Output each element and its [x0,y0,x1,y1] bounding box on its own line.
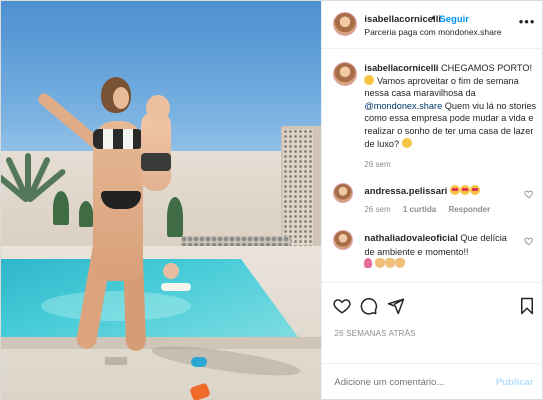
comment-input[interactable] [334,377,485,388]
heart-eyes-emoji-icon [449,185,460,195]
photo-pool-glint [41,291,191,321]
comment-likes[interactable]: 1 curtida [403,205,436,214]
share-icon[interactable] [387,297,405,315]
tulip-emoji-icon [364,258,373,269]
clap-emoji-icon [394,258,405,269]
photo-cactus [53,191,69,225]
post-photo[interactable] [1,1,322,400]
photo-blue-toy [191,357,207,367]
comment-avatar[interactable] [333,230,354,250]
comment-avatar[interactable] [333,183,354,203]
photo-cactus [167,197,183,237]
clap-emoji-icon [374,258,385,269]
photo-baby [141,111,171,191]
photo-drain [105,357,127,365]
post-header: isabellacornicelli • Seguir Parceria pag… [322,1,543,49]
photo-baby-shorts [141,153,171,171]
bookmark-icon[interactable] [518,297,536,315]
more-options-icon[interactable]: ••• [519,14,536,29]
paid-partnership-label[interactable]: Parceria paga com mondonex.share [364,27,501,37]
comment-like-heart-icon[interactable] [524,236,534,246]
comments-list[interactable]: isabellacornicelli CHEGAMOS PORTO! Vamos… [322,50,543,282]
caption-text: isabellacornicelli CHEGAMOS PORTO! Vamos… [364,62,543,150]
smile-emoji-icon [364,74,375,85]
author-username[interactable]: isabellacornicelli [364,14,441,25]
caption-time[interactable]: 26 sem [364,160,390,169]
photo-woman-face [113,87,129,109]
comment-time[interactable]: 26 sem [364,205,390,214]
comment-icon[interactable] [360,297,378,315]
photo-child-in-pool [163,263,179,279]
grin-emoji-icon [401,137,412,148]
heart-eyes-emoji-icon [469,185,480,195]
caption-username[interactable]: isabellacornicelli [364,63,438,73]
photo-cactus [79,201,93,227]
caption-avatar[interactable] [333,62,358,86]
clap-emoji-icon [384,258,395,269]
photo-agave-plant [1,141,67,204]
caption-text-2: Vamos aproveitar o fim de semana nessa c… [364,75,519,99]
comment-text: andressa.pelissari [364,185,514,199]
post-timestamp[interactable]: 26 SEMANAS ATRÁS [334,329,415,338]
add-comment-bar: Publicar [322,363,543,400]
photo-lattice-wall [283,129,313,251]
instagram-post: isabellacornicelli • Seguir Parceria pag… [0,0,543,400]
publish-button[interactable]: Publicar [496,377,534,388]
caption-text-1: CHEGAMOS PORTO! [441,63,533,73]
photo-pool-float [161,283,191,291]
comment-meta: 26 sem 1 curtida Responder [364,205,500,214]
caption-mention-link[interactable]: @mondonex.share [364,101,442,111]
photo-baby-head [146,95,170,121]
post-action-bar [322,282,543,322]
comment-username[interactable]: andressa.pelissari [364,186,447,197]
heart-eyes-emoji-icon [459,185,470,195]
comment-like-heart-icon[interactable] [524,189,534,199]
post-side-panel: isabellacornicelli • Seguir Parceria pag… [321,1,543,400]
comment-reply-button[interactable]: Responder [448,205,490,214]
comment-username[interactable]: nathaliadovaleoficial [364,233,457,244]
photo-bikini-top [93,129,143,149]
author-avatar[interactable] [333,12,358,36]
comment-text: nathaliadovaleoficial Que delícia de amb… [364,232,514,271]
separator-dot: • [431,13,435,23]
follow-button[interactable]: Seguir [439,14,469,25]
heart-icon[interactable] [333,297,352,315]
